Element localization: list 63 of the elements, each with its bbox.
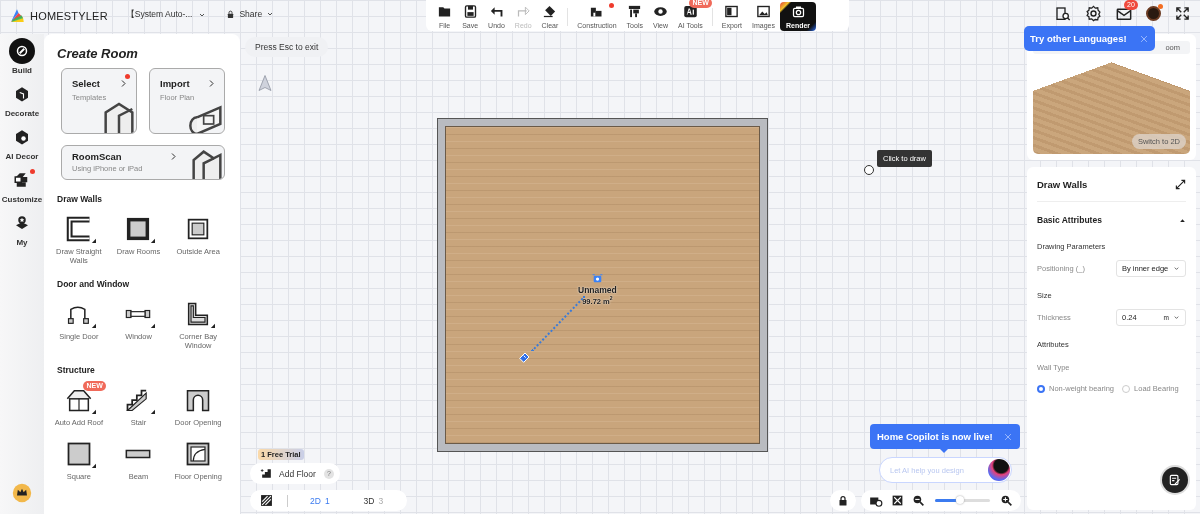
- view-tab[interactable]: 2D 1: [302, 495, 342, 506]
- chevron-right-icon: [207, 79, 216, 88]
- chevron-right-icon: [169, 152, 178, 161]
- zoom-in-icon[interactable]: [1000, 494, 1013, 507]
- image-icon: [756, 4, 771, 19]
- room-name: Unnamed: [578, 285, 617, 295]
- document-title-dropdown[interactable]: 【System Auto-...: [125, 9, 207, 21]
- undo-icon: [488, 4, 504, 19]
- chevron-right-icon: [119, 79, 128, 88]
- rail-tab[interactable]: Customize: [1, 167, 43, 204]
- avatar[interactable]: [1146, 6, 1161, 21]
- stairs-plus-icon: [260, 467, 273, 480]
- section-header[interactable]: Basic Attributes: [1037, 215, 1186, 225]
- card-title: Import: [160, 78, 191, 89]
- caret-icon: [266, 10, 275, 18]
- rail-tab[interactable]: Decorate: [4, 81, 40, 118]
- logo-icon: [8, 7, 26, 25]
- edit-note-icon: [1168, 473, 1182, 487]
- ai-icon: [682, 4, 698, 19]
- section-heading: Draw Walls: [57, 194, 104, 204]
- rail-tab[interactable]: AI Decor: [5, 124, 39, 161]
- panel-title: Create Room: [57, 46, 139, 61]
- fullscreen-icon[interactable]: [1175, 6, 1190, 21]
- section-heading: Door and Window: [57, 279, 131, 290]
- compass-icon: [256, 74, 274, 92]
- share-button[interactable]: Share: [226, 9, 275, 19]
- floor-plan-search-icon[interactable]: [1055, 5, 1071, 22]
- logo-text: HOMESTYLER: [30, 10, 108, 22]
- caret-icon: [1179, 216, 1186, 224]
- wall-outline-icon: [64, 215, 93, 243]
- language-tip-text: Try other Languages!: [1030, 33, 1127, 44]
- caret-icon: [1173, 265, 1180, 272]
- caret-icon: [1173, 314, 1180, 321]
- add-floor-button[interactable]: Add Floor: [260, 467, 316, 480]
- properties-title: Draw Walls: [1037, 179, 1088, 190]
- banner-text: Home Copilot is now live!: [877, 431, 993, 442]
- crown-icon[interactable]: [12, 483, 32, 503]
- caret-icon: [198, 11, 207, 19]
- view-tab[interactable]: 3D 3: [355, 495, 396, 506]
- section-heading: Structure: [57, 364, 96, 375]
- zoom-slider[interactable]: [935, 499, 990, 502]
- eraser-icon: [542, 4, 558, 19]
- folder-icon: [437, 4, 453, 19]
- eye-icon: [652, 4, 668, 19]
- fit-view-icon[interactable]: [891, 494, 904, 507]
- camera-icon: [790, 4, 806, 19]
- cursor-circle: [864, 165, 874, 175]
- hatch-pattern-icon[interactable]: [260, 494, 273, 507]
- notes-button[interactable]: [1162, 467, 1188, 493]
- rail-tab[interactable]: My: [9, 210, 35, 247]
- expand-icon[interactable]: [1175, 179, 1186, 190]
- tools-icon: [627, 4, 643, 19]
- zoom-out-icon[interactable]: [912, 494, 925, 507]
- redo-icon: [515, 4, 531, 19]
- card-title: RoomScan: [72, 151, 123, 162]
- card-title: Select: [72, 78, 101, 89]
- lock-button[interactable]: [830, 490, 856, 511]
- lock-icon: [837, 494, 849, 507]
- camera-icon[interactable]: [590, 272, 604, 285]
- exit-hint: Press Esc to exit: [245, 37, 329, 57]
- export-icon: [724, 4, 740, 19]
- settings-icon[interactable]: [1085, 5, 1102, 22]
- lock-icon: [226, 9, 236, 19]
